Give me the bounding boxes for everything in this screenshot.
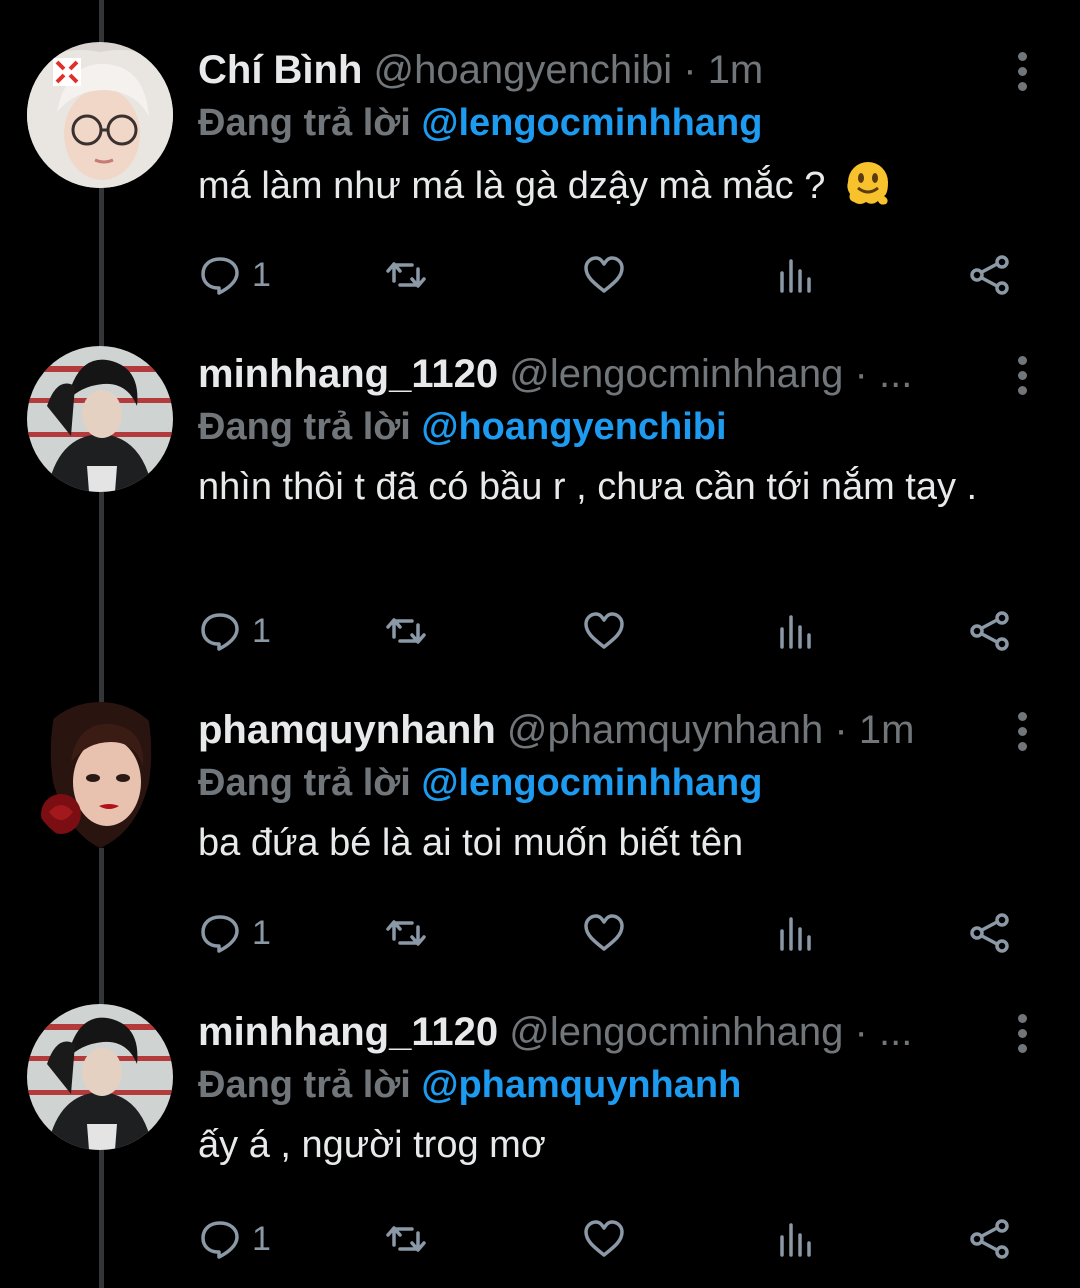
- reply-icon: [201, 1221, 239, 1259]
- tweet-actions: 1: [198, 606, 1020, 656]
- user-handle[interactable]: @lengocminhhang: [509, 352, 843, 396]
- tweet-text: má làm như má là gà dzậy mà mắc ?: [198, 156, 1038, 213]
- reply-button[interactable]: 1: [198, 606, 271, 656]
- reply-prefix: Đang trả lời: [198, 102, 422, 144]
- reply-context: Đang trả lời @lengocminhhang: [198, 96, 762, 150]
- views-button[interactable]: [774, 1214, 818, 1264]
- retweet-icon: [386, 1226, 426, 1252]
- share-icon: [970, 255, 1009, 295]
- reply-prefix: Đang trả lời: [198, 762, 422, 804]
- like-button[interactable]: [582, 1214, 626, 1264]
- share-icon: [970, 611, 1009, 651]
- reply-context: Đang trả lời @lengocminhhang: [198, 756, 762, 810]
- heart-icon: [584, 256, 624, 293]
- mention-link[interactable]: @lengocminhhang: [421, 102, 762, 144]
- display-name[interactable]: Chí Bình: [198, 48, 362, 92]
- like-button[interactable]: [582, 908, 626, 958]
- tweet-text-content: má làm như má là gà dzậy mà mắc ?: [198, 165, 826, 207]
- heart-icon: [584, 914, 624, 951]
- retweet-button[interactable]: [384, 908, 428, 958]
- melting-face-emoji: [847, 162, 888, 205]
- analytics-icon: [780, 1223, 811, 1257]
- more-options-icon[interactable]: [1010, 712, 1034, 752]
- display-name[interactable]: minhhang_1120: [198, 352, 498, 396]
- avatar[interactable]: [27, 346, 173, 492]
- mention-link[interactable]: @phamquynhanh: [421, 1064, 741, 1106]
- share-button[interactable]: [968, 1214, 1012, 1264]
- tweet-text-content: ba đứa bé là ai toi muốn biết tên: [198, 822, 744, 864]
- tweet-actions: 1: [198, 1214, 1020, 1264]
- views-button[interactable]: [774, 908, 818, 958]
- more-options-icon[interactable]: [1010, 356, 1034, 396]
- timestamp: · 1m: [823, 708, 915, 752]
- tweet-text: ba đứa bé là ai toi muốn biết tên: [198, 816, 1038, 870]
- reply-icon: [201, 257, 239, 295]
- avatar[interactable]: [27, 702, 173, 848]
- avatar[interactable]: [27, 1004, 173, 1150]
- reply-button[interactable]: 1: [198, 908, 271, 958]
- tweet-text: nhìn thôi t đã có bầu r , chưa cần tới n…: [198, 460, 1038, 514]
- reply-button[interactable]: 1: [198, 250, 271, 300]
- heart-icon: [584, 612, 624, 649]
- mention-link[interactable]: @hoangyenchibi: [421, 406, 726, 448]
- views-button[interactable]: [774, 606, 818, 656]
- share-icon: [970, 913, 1009, 953]
- retweet-icon: [386, 262, 426, 288]
- display-name[interactable]: minhhang_1120: [198, 1010, 498, 1054]
- reply-icon: [201, 613, 239, 651]
- analytics-icon: [780, 615, 811, 649]
- reply-prefix: Đang trả lời: [198, 406, 422, 448]
- timestamp: · ...: [843, 1010, 913, 1054]
- reply-context: Đang trả lời @phamquynhanh: [198, 1058, 741, 1112]
- analytics-icon: [780, 917, 811, 951]
- reply-prefix: Đang trả lời: [198, 1064, 422, 1106]
- reply-icon: [201, 915, 239, 953]
- like-button[interactable]: [582, 250, 626, 300]
- retweet-button[interactable]: [384, 250, 428, 300]
- more-options-icon[interactable]: [1010, 52, 1034, 92]
- analytics-icon: [780, 259, 811, 293]
- retweet-icon: [386, 920, 426, 946]
- tweet-actions: 1: [198, 250, 1020, 300]
- reply-context: Đang trả lời @hoangyenchibi: [198, 400, 727, 454]
- timestamp: · ...: [843, 352, 913, 396]
- retweet-button[interactable]: [384, 1214, 428, 1264]
- reply-count: 1: [252, 913, 271, 952]
- tweet-header: minhhang_1120 @lengocminhhang · ...: [198, 1004, 980, 1060]
- share-button[interactable]: [968, 250, 1012, 300]
- tweet-text-content: ấy á , người trog mơ: [198, 1124, 546, 1166]
- retweet-icon: [386, 618, 426, 644]
- tweet-header: Chí Bình @hoangyenchibi · 1m: [198, 42, 980, 98]
- views-button[interactable]: [774, 250, 818, 300]
- user-handle[interactable]: @phamquynhanh: [507, 708, 823, 752]
- mention-link[interactable]: @lengocminhhang: [421, 762, 762, 804]
- avatar[interactable]: [27, 42, 173, 188]
- retweet-button[interactable]: [384, 606, 428, 656]
- share-icon: [970, 1219, 1009, 1259]
- like-button[interactable]: [582, 606, 626, 656]
- tweet-header: phamquynhanh @phamquynhanh · 1m: [198, 702, 980, 758]
- share-button[interactable]: [968, 908, 1012, 958]
- tweet-text: ấy á , người trog mơ: [198, 1118, 1038, 1172]
- more-options-icon[interactable]: [1010, 1014, 1034, 1054]
- user-handle[interactable]: @hoangyenchibi: [374, 48, 673, 92]
- reply-button[interactable]: 1: [198, 1214, 271, 1264]
- share-button[interactable]: [968, 606, 1012, 656]
- heart-icon: [584, 1220, 624, 1257]
- user-handle[interactable]: @lengocminhhang: [509, 1010, 843, 1054]
- display-name[interactable]: phamquynhanh: [198, 708, 496, 752]
- tweet-text-content: nhìn thôi t đã có bầu r , chưa cần tới n…: [198, 466, 978, 508]
- tweet-actions: 1: [198, 908, 1020, 958]
- reply-count: 1: [252, 255, 271, 294]
- reply-count: 1: [252, 611, 271, 650]
- tweet-header: minhhang_1120 @lengocminhhang · ...: [198, 346, 980, 402]
- timestamp: · 1m: [672, 48, 764, 92]
- reply-count: 1: [252, 1219, 271, 1258]
